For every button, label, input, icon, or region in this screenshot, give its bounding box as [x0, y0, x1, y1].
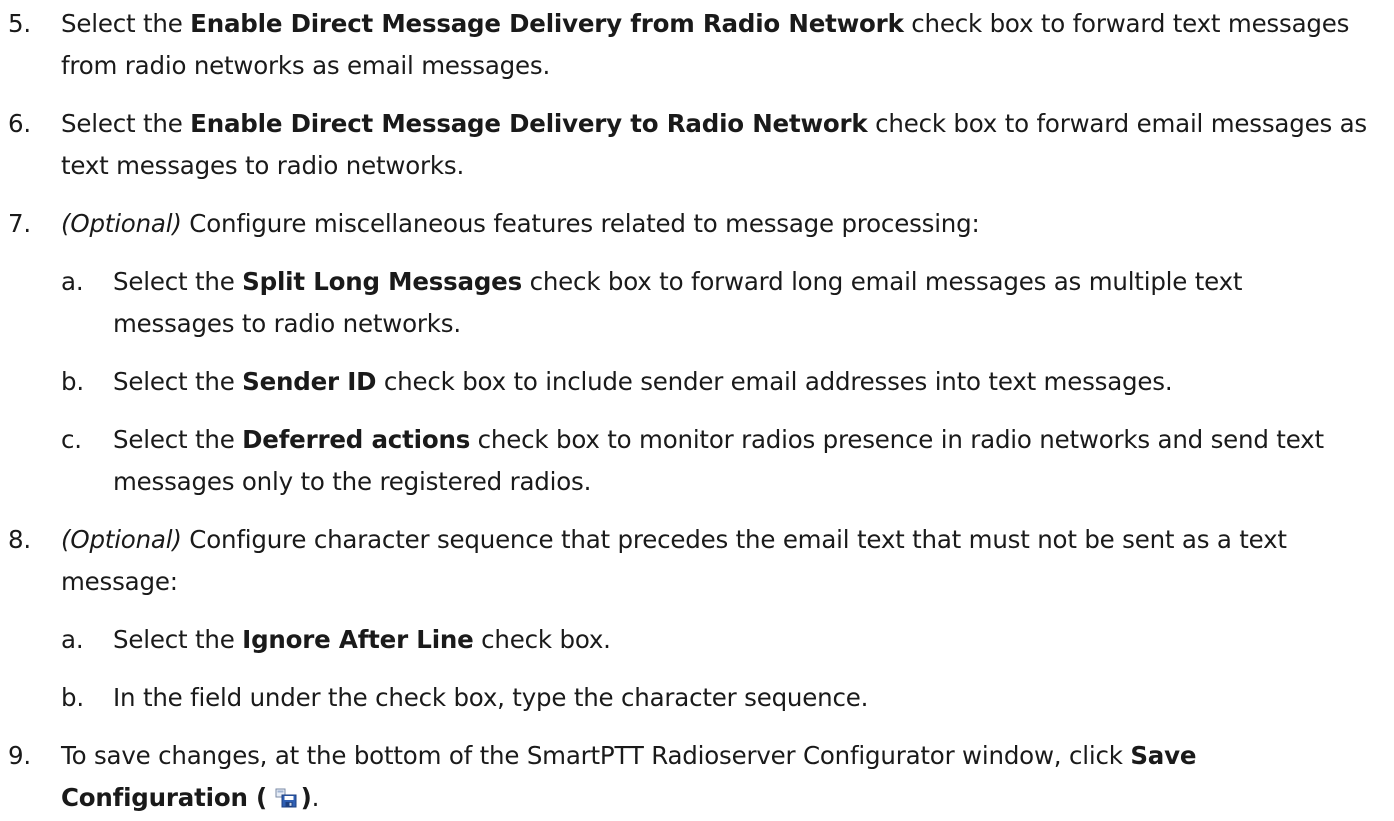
substep-text: check box. — [473, 625, 611, 654]
substep-letter: b. — [61, 367, 84, 396]
step-7: 7. (Optional) Configure miscellaneous fe… — [0, 203, 1394, 245]
substep-text: check box to include sender email addres… — [376, 367, 1173, 396]
step-5: 5. Select the Enable Direct Message Deli… — [0, 3, 1394, 87]
substep-letter: c. — [61, 425, 82, 454]
substep-text: Select the — [113, 625, 243, 654]
step-number: 8. — [8, 525, 31, 554]
step-6: 6. Select the Enable Direct Message Deli… — [0, 103, 1394, 187]
instruction-document: 5. Select the Enable Direct Message Deli… — [0, 0, 1394, 819]
button-name-close: ) — [300, 783, 312, 812]
substep-letter: a. — [61, 625, 84, 654]
substep-letter: a. — [61, 267, 84, 296]
substep-7a: a. Select the Split Long Messages check … — [0, 261, 1394, 345]
step-number: 6. — [8, 109, 31, 138]
step-text: Configure miscellaneous features related… — [181, 209, 980, 238]
option-name: Enable Direct Message Delivery from Radi… — [190, 9, 904, 38]
substep-text: Select the — [113, 425, 243, 454]
step-number: 9. — [8, 741, 31, 770]
step-8: 8. (Optional) Configure character sequen… — [0, 519, 1394, 603]
substep-text: In the field under the check box, type t… — [113, 683, 869, 712]
step-9: 9. To save changes, at the bottom of the… — [0, 735, 1394, 819]
optional-label: (Optional) — [61, 525, 182, 554]
option-name: Split Long Messages — [242, 267, 522, 296]
step-text: To save changes, at the bottom of the Sm… — [61, 741, 1131, 770]
substep-text: Select the — [113, 367, 243, 396]
step-number: 5. — [8, 9, 31, 38]
option-name: Ignore After Line — [242, 625, 474, 654]
substep-text: Select the — [113, 267, 243, 296]
option-name: Enable Direct Message Delivery to Radio … — [190, 109, 868, 138]
save-configuration-icon — [275, 779, 297, 808]
substep-letter: b. — [61, 683, 84, 712]
step-text: Select the — [61, 109, 191, 138]
step-number: 7. — [8, 209, 31, 238]
step-text: Configure character sequence that preced… — [61, 525, 1287, 596]
substep-7b: b. Select the Sender ID check box to inc… — [0, 361, 1394, 403]
option-name: Sender ID — [242, 367, 377, 396]
substep-7c: c. Select the Deferred actions check box… — [0, 419, 1394, 503]
substep-8b: b. In the field under the check box, typ… — [0, 677, 1394, 719]
step-text: Select the — [61, 9, 191, 38]
substep-8a: a. Select the Ignore After Line check bo… — [0, 619, 1394, 661]
optional-label: (Optional) — [61, 209, 182, 238]
option-name: Deferred actions — [242, 425, 471, 454]
step-text: . — [311, 783, 320, 812]
